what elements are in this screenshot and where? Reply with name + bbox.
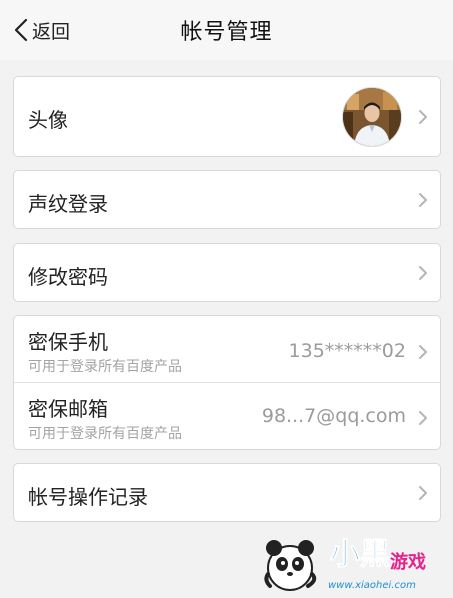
- navigation-bar: 返回 帐号管理: [0, 0, 453, 60]
- avatar: [342, 87, 402, 147]
- xiaohei-watermark-logo: 小黑 游戏 www.xiaohei.com: [260, 528, 450, 594]
- change-password-row[interactable]: 修改密码: [14, 244, 440, 301]
- chevron-right-icon: [419, 345, 427, 359]
- change-password-label: 修改密码: [28, 265, 108, 289]
- account-log-card: 帐号操作记录: [13, 463, 441, 522]
- avatar-label: 头像: [28, 108, 68, 132]
- chevron-right-icon: [419, 110, 427, 124]
- chevron-right-icon: [419, 266, 427, 280]
- voiceprint-card: 声纹登录: [13, 170, 441, 229]
- panda-mascot-icon: [264, 540, 317, 591]
- change-password-card: 修改密码: [13, 243, 441, 302]
- security-contact-card: 密保手机 可用于登录所有百度产品 135******02 密保邮箱 可用于登录所…: [13, 315, 441, 450]
- voiceprint-login-label: 声纹登录: [28, 192, 108, 216]
- svg-text:www.xiaohei.com: www.xiaohei.com: [328, 580, 416, 591]
- security-email-row[interactable]: 密保邮箱 可用于登录所有百度产品 98...7@qq.com: [14, 383, 440, 449]
- voiceprint-login-row[interactable]: 声纹登录: [14, 171, 440, 228]
- page-title: 帐号管理: [180, 20, 273, 45]
- security-email-subtitle: 可用于登录所有百度产品: [28, 426, 182, 442]
- chevron-right-icon: [419, 411, 427, 425]
- avatar-card: 头像: [13, 76, 441, 157]
- account-log-label: 帐号操作记录: [28, 485, 148, 509]
- svg-text:小黑: 小黑: [330, 537, 390, 572]
- svg-text:游戏: 游戏: [390, 551, 426, 573]
- security-email-value: 98...7@qq.com: [261, 405, 406, 427]
- security-phone-label: 密保手机: [28, 330, 108, 354]
- chevron-right-icon: [419, 193, 427, 207]
- security-phone-value: 135******02: [288, 340, 406, 362]
- chevron-right-icon: [419, 486, 427, 500]
- avatar-row[interactable]: 头像: [14, 77, 440, 156]
- account-log-row[interactable]: 帐号操作记录: [14, 464, 440, 521]
- security-phone-row[interactable]: 密保手机 可用于登录所有百度产品 135******02: [14, 316, 440, 382]
- security-email-label: 密保邮箱: [28, 397, 108, 421]
- security-phone-subtitle: 可用于登录所有百度产品: [28, 359, 182, 375]
